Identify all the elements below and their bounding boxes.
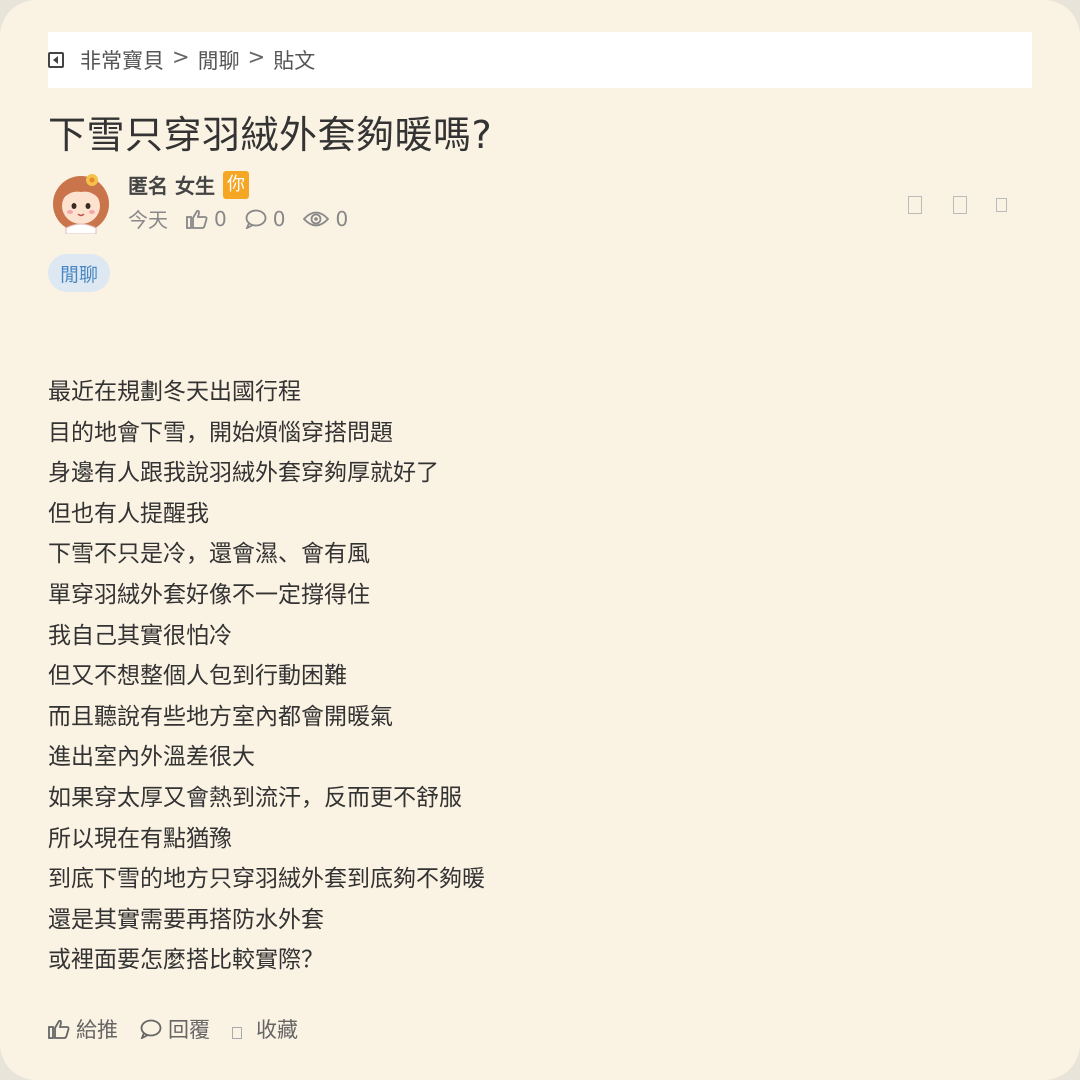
author-name[interactable]: 匿名 女生 xyxy=(128,170,215,199)
body-line: 但又不想整個人包到行動困難 xyxy=(48,663,347,690)
save-button[interactable]: 收藏 xyxy=(232,1014,298,1044)
category-tag[interactable]: 閒聊 xyxy=(48,254,111,292)
breadcrumb: 非常寶貝 > 閒聊 > 貼文 xyxy=(48,32,1032,88)
post-title: 下雪只穿羽絨外套夠暖嗎? xyxy=(48,113,493,157)
comment-icon xyxy=(140,1019,162,1039)
post-card: 非常寶貝 > 閒聊 > 貼文 下雪只穿羽絨外套夠暖嗎? 匿名 女生 你 今天 0… xyxy=(0,0,1080,1080)
body-line: 而且聽說有些地方室內都會開暖氣 xyxy=(48,703,393,730)
comment-count: 0 xyxy=(245,206,286,231)
body-line: 下雪不只是冷，還會濕、會有風 xyxy=(48,541,370,568)
breadcrumb-item-board[interactable]: 非常寶貝 xyxy=(80,45,164,75)
body-line: 進出室內外溫差很大 xyxy=(48,744,255,771)
thumbs-up-icon xyxy=(186,209,208,229)
like-count: 0 xyxy=(186,207,227,231)
author-line: 匿名 女生 你 xyxy=(128,170,249,199)
view-count-value: 0 xyxy=(335,206,349,231)
body-line: 到底下雪的地方只穿羽絨外套到底夠不夠暖 xyxy=(48,866,485,893)
eye-icon xyxy=(303,211,330,226)
share-icon[interactable] xyxy=(953,196,967,214)
body-line: 如果穿太厚又會熱到流汗，反而更不舒服 xyxy=(48,784,462,811)
breadcrumb-separator: > xyxy=(247,45,266,69)
more-icon[interactable] xyxy=(996,198,1007,212)
reply-button[interactable]: 回覆 xyxy=(140,1014,210,1044)
view-count: 0 xyxy=(303,207,348,231)
body-line: 單穿羽絨外套好像不一定撐得住 xyxy=(48,581,370,608)
like-button-label: 給推 xyxy=(76,1018,118,1042)
body-line: 或裡面要怎麼搭比較實際？ xyxy=(48,947,324,974)
bookmark-icon xyxy=(232,1027,242,1039)
thumbs-up-icon xyxy=(48,1019,70,1039)
body-line: 我自己其實很怕冷 xyxy=(48,622,232,649)
body-line: 身邊有人跟我說羽絨外套穿夠厚就好了 xyxy=(48,460,439,487)
breadcrumb-separator: > xyxy=(172,45,190,69)
reply-button-label: 回覆 xyxy=(168,1018,210,1042)
bookmark-icon[interactable] xyxy=(908,196,922,214)
back-icon[interactable] xyxy=(48,52,64,68)
body-line: 所以現在有點猶豫 xyxy=(48,825,232,852)
like-button[interactable]: 給推 xyxy=(48,1014,118,1044)
avatar[interactable] xyxy=(48,168,114,234)
you-badge: 你 xyxy=(222,170,249,199)
post-body: 最近在規劃冬天出國行程 目的地會下雪，開始煩惱穿搭問題 身邊有人跟我說羽絨外套穿… xyxy=(48,372,485,981)
breadcrumb-item-post: 貼文 xyxy=(273,49,316,73)
post-date: 今天 xyxy=(128,208,168,232)
comment-count-value: 0 xyxy=(272,206,286,231)
save-button-label: 收藏 xyxy=(256,1018,298,1042)
post-meta: 今天 0 0 0 xyxy=(128,204,366,233)
body-line: 但也有人提醒我 xyxy=(48,500,209,527)
body-line: 目的地會下雪，開始煩惱穿搭問題 xyxy=(48,419,393,446)
post-actions: 給推 回覆 收藏 xyxy=(48,1014,320,1044)
body-line: 還是其實需要再搭防水外套 xyxy=(48,906,324,933)
like-count-value: 0 xyxy=(214,206,227,231)
comment-icon xyxy=(245,209,267,229)
body-line: 最近在規劃冬天出國行程 xyxy=(48,379,301,405)
breadcrumb-item-category[interactable]: 閒聊 xyxy=(198,45,240,75)
